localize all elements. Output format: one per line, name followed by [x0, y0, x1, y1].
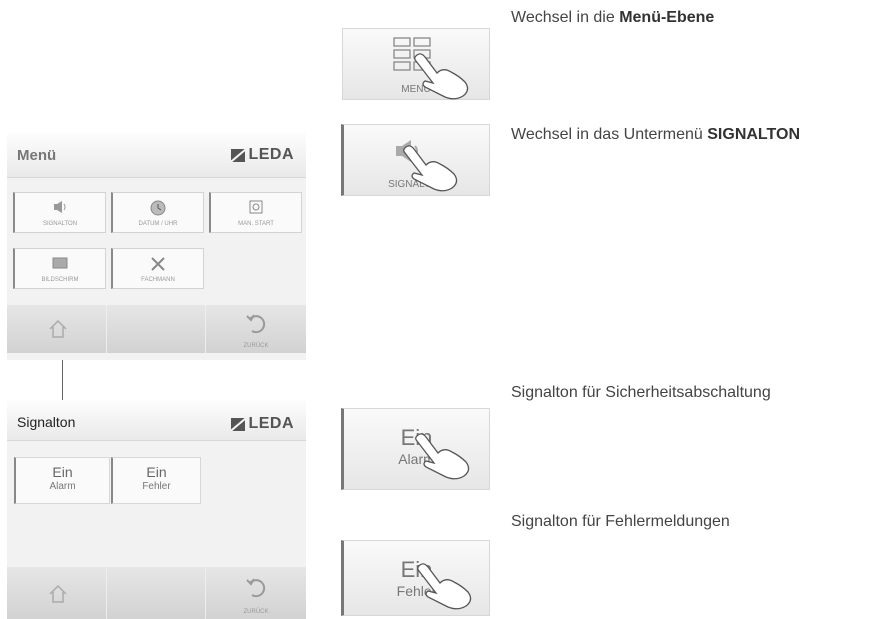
tile-label: Alarm	[49, 481, 76, 492]
home-icon	[47, 583, 69, 610]
desc-alarm-text: Signalton für Sicherheitsabschaltung	[511, 384, 771, 401]
tile-label: BILDSCHIRM	[41, 277, 79, 283]
tile-label: Fehler	[142, 481, 171, 492]
speaker-icon	[52, 200, 68, 219]
desc-fehler-text: Signalton für Fehlermeldungen	[511, 513, 730, 530]
tile-label: DATUM / UHR	[138, 221, 178, 227]
tile-datum-uhr[interactable]: DATUM / UHR	[111, 192, 204, 233]
brand-name: LEDA	[248, 415, 294, 432]
pointing-hand-icon	[416, 561, 478, 616]
brand-mark-icon	[231, 417, 246, 431]
zoom-menu-button[interactable]: MENÜ	[342, 28, 490, 100]
home-button[interactable]	[7, 567, 107, 619]
pointing-hand-icon	[414, 431, 476, 486]
back-arrow-icon	[244, 311, 268, 340]
pointing-hand-icon	[402, 143, 464, 198]
signalton-navbar: ZURÜCK	[7, 567, 306, 619]
brand-mark-icon	[231, 148, 246, 162]
desc-menu-bold: Menü-Ebene	[619, 9, 715, 26]
menu-screen: Menü LEDA SIGNALTON DATUM / UHR MAN. STA…	[7, 133, 306, 360]
zoom-signalton-button[interactable]: SIGNALTON	[341, 124, 490, 196]
desc-signalton-bold: SIGNALTON	[707, 126, 800, 143]
tile-ein-fehler[interactable]: Ein Fehler	[111, 457, 201, 504]
signalton-screen: Signalton LEDA Ein Alarm Ein Fehler ZURÜ…	[7, 400, 306, 619]
tile-label: MAN. START	[238, 221, 274, 227]
back-arrow-icon	[244, 575, 268, 604]
power-icon	[249, 200, 263, 219]
screen-icon	[52, 256, 68, 274]
tile-bildschirm[interactable]: BILDSCHIRM	[13, 248, 106, 289]
menu-header: Menü LEDA	[7, 133, 306, 178]
desc-menu: Wechsel in die Menü-Ebene	[511, 9, 714, 27]
home-button[interactable]	[7, 305, 107, 353]
back-button[interactable]: ZURÜCK	[206, 567, 306, 619]
tile-label: SIGNALTON	[42, 221, 78, 227]
tile-ein-alarm[interactable]: Ein Alarm	[14, 457, 110, 504]
tile-man-start[interactable]: MAN. START	[209, 192, 302, 233]
desc-signalton: Wechsel in das Untermenü SIGNALTON	[511, 126, 800, 144]
clock-icon	[150, 200, 166, 221]
back-label: ZURÜCK	[243, 609, 269, 615]
pointing-hand-icon	[413, 51, 475, 106]
zoom-alarm-button[interactable]: Ein Alarm	[341, 408, 490, 490]
signalton-header: Signalton LEDA	[7, 400, 306, 441]
back-button[interactable]: ZURÜCK	[206, 305, 306, 353]
tile-signalton[interactable]: SIGNALTON	[13, 192, 106, 233]
tile-state: Ein	[52, 464, 73, 480]
home-icon	[47, 318, 69, 345]
back-label: ZURÜCK	[243, 343, 269, 349]
desc-alarm: Signalton für Sicherheitsabschaltung	[511, 384, 771, 402]
desc-signalton-text: Wechsel in das Untermenü	[511, 126, 708, 143]
signalton-title: Signalton	[17, 414, 76, 430]
tools-icon	[150, 256, 166, 277]
brand-logo: LEDA	[231, 415, 294, 433]
nav-empty	[107, 567, 206, 619]
tile-fachmann[interactable]: FACHMANN	[111, 248, 204, 289]
zoom-fehler-button[interactable]: Ein Fehler	[341, 540, 490, 616]
tile-label: FACHMANN	[141, 277, 175, 283]
menu-navbar: ZURÜCK	[7, 305, 306, 353]
desc-fehler: Signalton für Fehlermeldungen	[511, 513, 730, 531]
tile-state: Ein	[146, 464, 167, 480]
menu-title: Menü	[17, 147, 57, 164]
brand-logo: LEDA	[231, 146, 294, 164]
desc-menu-text: Wechsel in die	[511, 9, 620, 26]
brand-name: LEDA	[248, 146, 294, 163]
nav-empty	[107, 305, 206, 353]
